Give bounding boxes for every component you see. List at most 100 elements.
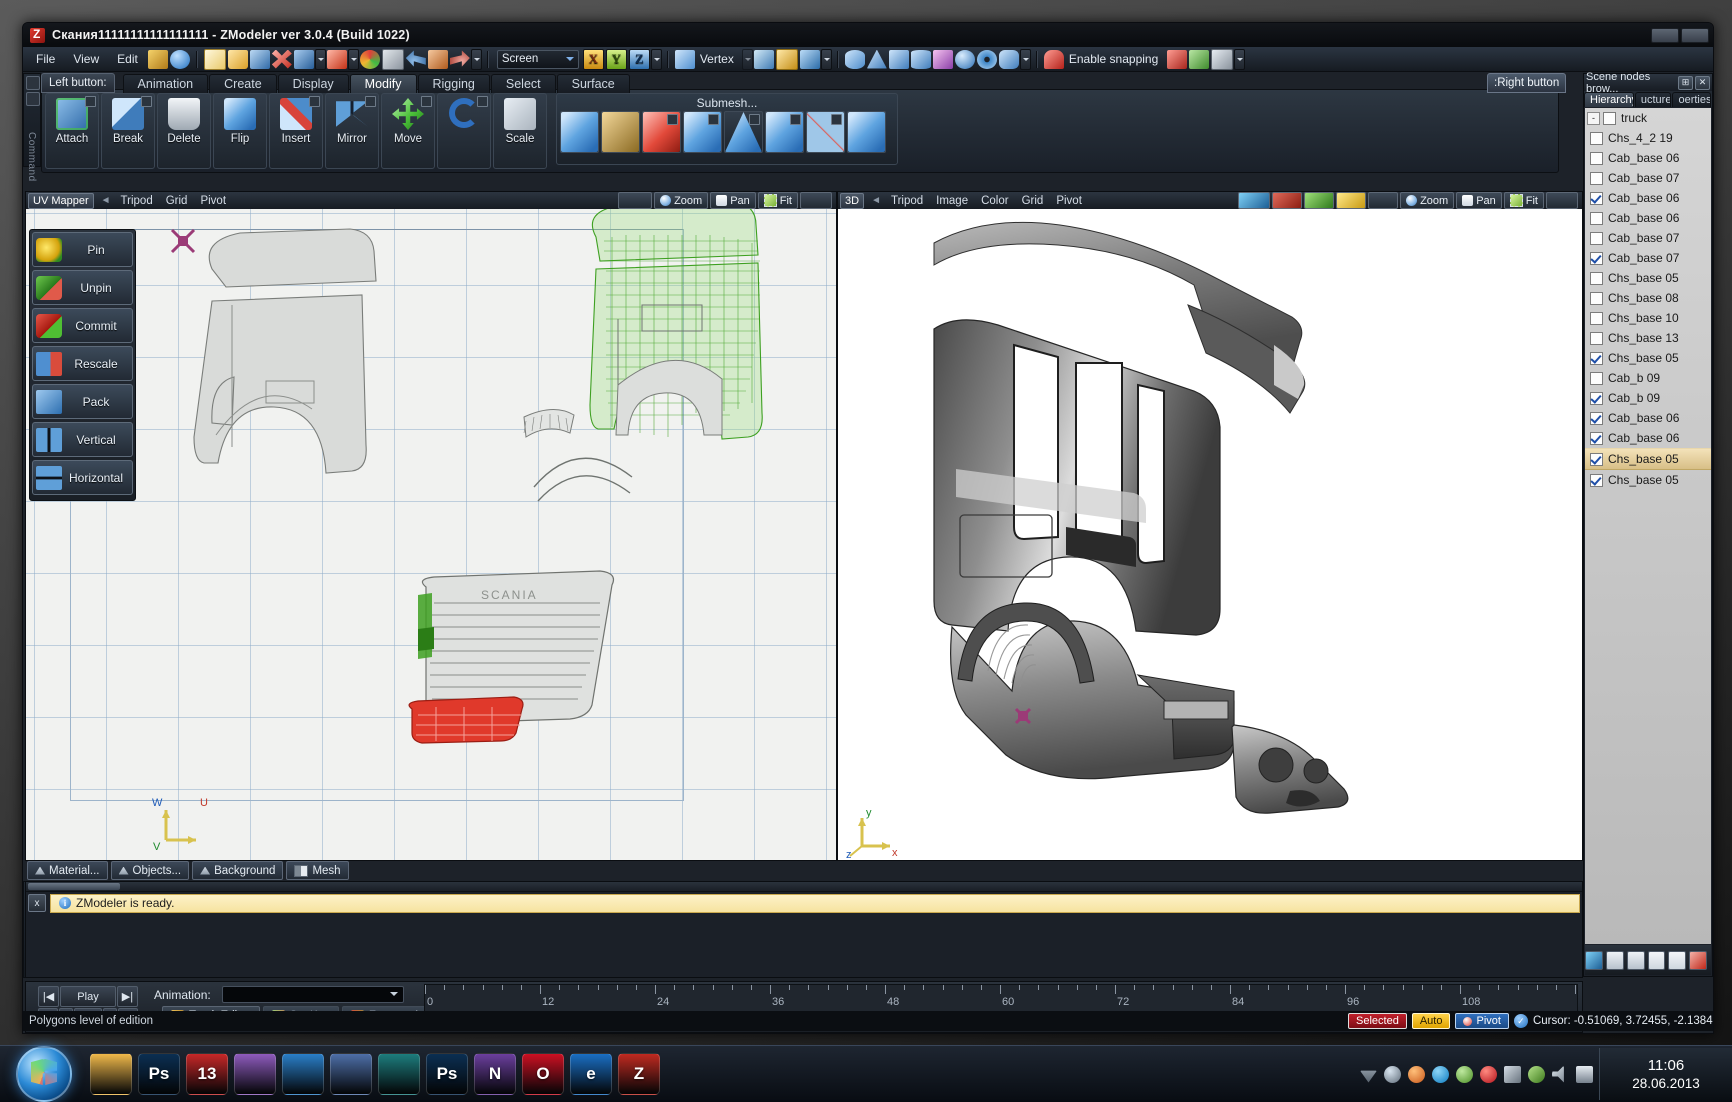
check-circle-icon[interactable]: ✓ — [1514, 1014, 1528, 1028]
options-corner-icon[interactable] — [790, 114, 801, 125]
mode-dropdown[interactable] — [821, 49, 832, 70]
scene-node-row[interactable]: Cab_base 06 — [1585, 208, 1711, 228]
tray-storage-icon[interactable] — [1504, 1066, 1521, 1083]
menu-view[interactable]: View — [64, 49, 108, 69]
undo-icon[interactable] — [406, 50, 426, 69]
command-rotate[interactable] — [437, 93, 491, 169]
node-collapse-all-icon[interactable] — [1627, 951, 1645, 970]
scene-node-row[interactable]: Cab_base 06 — [1585, 408, 1711, 428]
scene-node-row[interactable]: Cab_base 07 — [1585, 168, 1711, 188]
minimize-button[interactable] — [1651, 28, 1679, 43]
submesh-tool-3[interactable] — [683, 111, 722, 153]
options-corner-icon[interactable] — [365, 96, 376, 107]
goto-start-button[interactable]: |◀ — [38, 986, 59, 1007]
options-corner-icon[interactable] — [831, 114, 842, 125]
command-flip[interactable]: Flip — [213, 93, 267, 169]
node-checkbox[interactable] — [1590, 212, 1603, 225]
node-checkbox[interactable] — [1590, 252, 1603, 265]
tab-select[interactable]: Select — [491, 74, 556, 93]
options-corner-icon[interactable] — [141, 96, 152, 107]
tab-rigging[interactable]: Rigging — [418, 74, 490, 93]
status-badge-auto[interactable]: Auto — [1412, 1013, 1451, 1029]
pin-panel-icon[interactable]: ⊞ — [1678, 76, 1693, 90]
tray-chat-icon[interactable] — [1456, 1066, 1473, 1083]
primitive-light-icon[interactable] — [933, 50, 953, 69]
save-file-icon[interactable] — [250, 50, 270, 69]
3d-fit-button[interactable]: Fit — [1504, 192, 1544, 209]
uv-tool-pack[interactable]: Pack — [32, 384, 133, 419]
script-icon[interactable] — [148, 50, 168, 69]
node-checkbox[interactable] — [1603, 112, 1616, 125]
selection-mode-dropdown[interactable] — [742, 49, 753, 70]
node-move-up-icon[interactable] — [1648, 951, 1666, 970]
primitive-torus-icon[interactable] — [977, 50, 997, 69]
options-corner-icon[interactable] — [85, 96, 96, 107]
command-break[interactable]: Break — [101, 93, 155, 169]
tab-hierarchy[interactable]: Hierarchy — [1584, 92, 1634, 107]
status-badge-pivot[interactable]: Pivot — [1455, 1013, 1508, 1029]
scene-node-row[interactable]: Cab_base 07 — [1585, 228, 1711, 248]
node-checkbox[interactable] — [1590, 272, 1603, 285]
help-icon[interactable] — [170, 50, 190, 69]
bottom-tab-background[interactable]: Background — [192, 861, 283, 880]
redo-icon[interactable] — [450, 50, 470, 69]
node-checkbox[interactable] — [1590, 474, 1603, 487]
snap-edge-icon[interactable] — [1189, 50, 1209, 69]
tray-volume-icon[interactable] — [1552, 1066, 1569, 1083]
uv-config-button[interactable] — [618, 192, 652, 209]
calculator-icon[interactable] — [382, 49, 404, 70]
scene-node-row[interactable]: Cab_base 06 — [1585, 188, 1711, 208]
uv-tool-vertical[interactable]: Vertical — [32, 422, 133, 457]
tray-update-icon[interactable] — [1408, 1066, 1425, 1083]
primitive-dropdown[interactable] — [1020, 49, 1031, 70]
uv-maximize-button[interactable] — [800, 192, 832, 209]
scene-node-row[interactable]: Cab_base 06 — [1585, 428, 1711, 448]
vertex-mode-icon[interactable] — [675, 50, 695, 69]
options-corner-icon[interactable] — [477, 96, 488, 107]
zmodeler-icon[interactable]: Z — [618, 1053, 660, 1095]
photoshop-icon[interactable]: Ps — [138, 1053, 180, 1095]
node-move-down-icon[interactable] — [1668, 951, 1686, 970]
play-button[interactable]: Play — [60, 986, 116, 1007]
3d-texture-button[interactable] — [1304, 192, 1334, 209]
close-icon[interactable]: x — [28, 894, 46, 912]
uv-zoom-button[interactable]: Zoom — [654, 192, 708, 209]
command-insert[interactable]: Insert — [269, 93, 323, 169]
messages-scroll-thumb[interactable] — [28, 883, 120, 890]
scene-node-row[interactable]: Chs_base 13 — [1585, 328, 1711, 348]
primitive-cylinder-icon[interactable] — [911, 50, 931, 69]
uv-menu-grid[interactable]: Grid — [160, 195, 194, 207]
submesh-tool-2[interactable] — [642, 111, 681, 153]
lock-selection-icon[interactable] — [776, 49, 798, 70]
node-checkbox[interactable] — [1590, 292, 1603, 305]
uv-tool-horizontal[interactable]: Horizontal — [32, 460, 133, 495]
3d-maximize-button[interactable] — [1546, 192, 1578, 209]
opera-icon[interactable]: O — [522, 1053, 564, 1095]
tab-structure[interactable]: ucture — [1635, 92, 1672, 107]
node-checkbox[interactable] — [1590, 432, 1603, 445]
command-move[interactable]: Move — [381, 93, 435, 169]
expander-icon[interactable]: - — [1587, 112, 1600, 125]
import-icon[interactable] — [294, 50, 314, 69]
messages-scrollbar[interactable] — [26, 882, 1582, 892]
primitive-box-icon[interactable] — [889, 50, 909, 69]
coordinate-space-select[interactable]: Screen — [497, 50, 579, 69]
3d-light-button[interactable] — [1336, 192, 1366, 209]
library-icon[interactable] — [234, 1053, 276, 1095]
tray-opera-icon[interactable] — [1480, 1066, 1497, 1083]
tray-sync-icon[interactable] — [1384, 1066, 1401, 1083]
photoshop2-icon[interactable]: Ps — [426, 1053, 468, 1095]
history-dropdown[interactable] — [471, 49, 482, 70]
scene-node-list[interactable]: -truckChs_4_2 19Cab_base 06Cab_base 07Ca… — [1585, 108, 1711, 944]
scene-node-row[interactable]: Cab_base 06 — [1585, 148, 1711, 168]
submesh-tool-7[interactable] — [847, 111, 886, 153]
primitive-cone-icon[interactable] — [867, 50, 887, 69]
command-attach[interactable]: Attach — [45, 93, 99, 169]
3d-layout-button[interactable] — [1368, 192, 1398, 209]
snap-grid-icon[interactable] — [1211, 49, 1233, 70]
tab-display[interactable]: Display — [278, 74, 349, 93]
onenote-icon[interactable]: N — [474, 1053, 516, 1095]
options-corner-icon[interactable] — [749, 114, 760, 125]
snapping-magnet-icon[interactable] — [1044, 50, 1064, 69]
3d-menu-color[interactable]: Color — [975, 195, 1014, 207]
